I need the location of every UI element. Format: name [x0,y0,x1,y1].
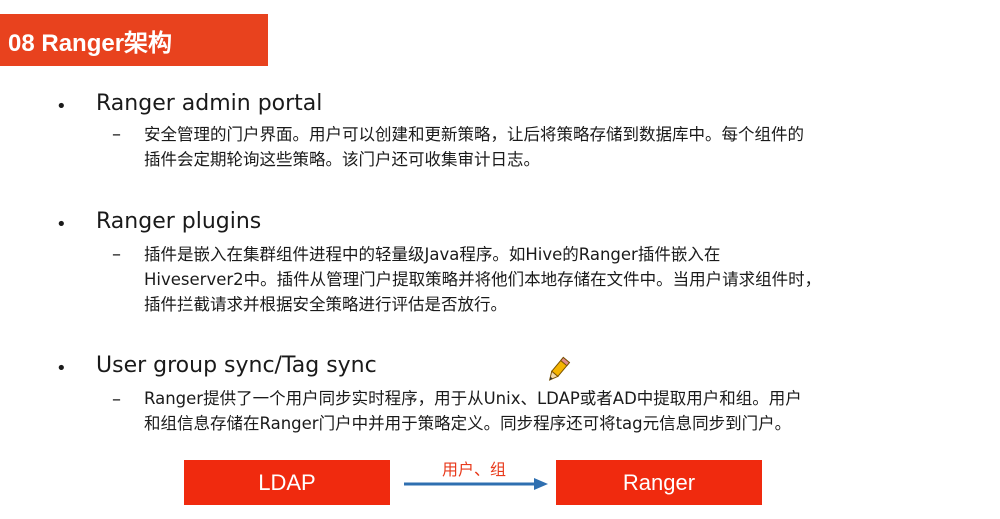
section-heading: Ranger plugins [96,209,262,234]
pencil-icon[interactable] [543,355,573,385]
section-heading: User group sync/Tag sync [96,353,377,378]
arrow-right-icon [404,478,548,490]
body-line: 插件是嵌入在集群组件进程中的轻量级Java程序。如Hive的Ranger插件嵌入… [144,245,721,264]
bullet: • [56,358,67,379]
body-line: 安全管理的门户界面。用户可以创建和更新策略，让后将策略存储到数据库中。每个组件的 [144,125,804,144]
body-line: 插件会定期轮询这些策略。该门户还可收集审计日志。 [144,150,540,169]
dash: – [112,389,121,410]
dash: – [112,124,121,145]
section-heading: Ranger admin portal [96,91,323,116]
bullet: • [56,214,67,235]
section-body: Ranger提供了一个用户同步实时程序，用于从Unix、LDAP或者AD中提取用… [144,386,984,436]
body-line: 插件拦截请求并根据安全策略进行评估是否放行。 [144,295,507,314]
ranger-box: Ranger [556,460,762,505]
section-body: 安全管理的门户界面。用户可以创建和更新策略，让后将策略存储到数据库中。每个组件的… [144,122,984,172]
section-body: 插件是嵌入在集群组件进程中的轻量级Java程序。如Hive的Ranger插件嵌入… [144,242,984,317]
body-line: 和组信息存储在Ranger门户中并用于策略定义。同步程序还可将tag元信息同步到… [144,414,792,433]
slide-title: 08 Ranger架构 [0,14,268,66]
body-line: Hiveserver2中。插件从管理门户提取策略并将他们本地存储在文件中。当用户… [144,270,822,289]
dash: – [112,244,121,265]
bullet: • [56,96,67,117]
ldap-box: LDAP [184,460,390,505]
body-line: Ranger提供了一个用户同步实时程序，用于从Unix、LDAP或者AD中提取用… [144,389,802,408]
